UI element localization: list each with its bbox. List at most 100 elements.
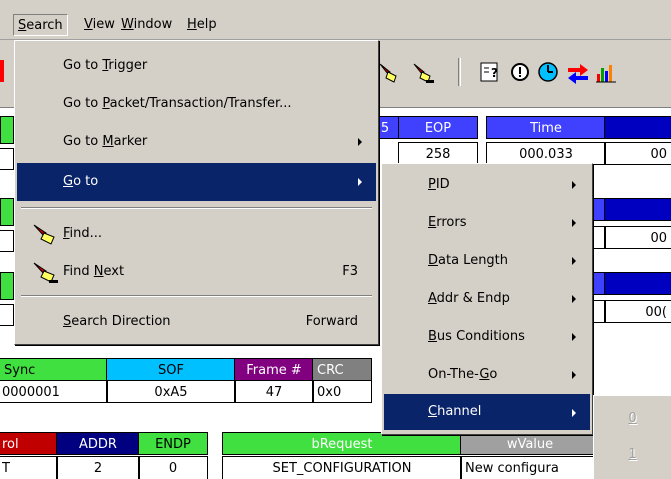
addr-header: ADDR xyxy=(56,432,140,455)
submenu-data-length[interactable]: Data Length xyxy=(384,242,590,280)
submenu-arrow-icon xyxy=(358,138,362,146)
menu-item-label: Search Direction xyxy=(63,314,171,329)
submenu-pid[interactable]: PID xyxy=(384,166,590,204)
menu-find[interactable]: Find... xyxy=(17,215,376,253)
find-next-flashlight-icon xyxy=(33,262,58,283)
menu-item-label: Go to Packet/Transaction/Transfer... xyxy=(63,96,292,111)
clock-icon[interactable] xyxy=(536,60,560,84)
eop-value: 258 xyxy=(398,142,478,165)
menu-help[interactable]: Help xyxy=(183,14,221,36)
report-icon[interactable]: ? xyxy=(478,60,502,84)
menu-view-label: iew xyxy=(92,17,115,32)
time-header: Time xyxy=(486,116,606,139)
menu-item-label: Go to xyxy=(63,174,99,189)
menu-search[interactable]: Search xyxy=(13,14,68,36)
submenu-addr-endp[interactable]: Addr & Endp xyxy=(384,280,590,318)
red-marker-icon xyxy=(0,60,4,82)
menu-item-label: Find... xyxy=(63,226,103,241)
menu-go-to-packet[interactable]: Go to Packet/Transaction/Transfer... xyxy=(17,85,376,123)
crc-header: CRC xyxy=(312,358,372,381)
menu-help-accel: H xyxy=(187,17,197,32)
find-next-flashlight-icon[interactable] xyxy=(412,60,436,84)
menu-search-label: earch xyxy=(26,18,63,33)
frame-value: 47 xyxy=(234,380,314,403)
submenu-channel[interactable]: Channel xyxy=(384,394,590,430)
goto-submenu: PID Errors Data Length Addr & Endp Bus C… xyxy=(381,163,593,435)
time-header-3-ext xyxy=(604,272,671,295)
submenu-arrow-icon xyxy=(572,409,576,417)
sync-value: 0000001 xyxy=(0,380,108,403)
sync-header: Sync xyxy=(0,358,108,381)
row1-val: 00 xyxy=(604,142,671,165)
menu-go-to[interactable]: Go to xyxy=(17,163,376,201)
find-flashlight-icon[interactable] xyxy=(378,60,402,84)
menu-window[interactable]: Window xyxy=(117,14,176,36)
channel-submenu: 0 1 xyxy=(593,395,671,479)
chart-icon[interactable] xyxy=(594,60,618,84)
packet-row-stub xyxy=(0,230,14,252)
submenu-bus-conditions[interactable]: Bus Conditions xyxy=(384,318,590,356)
packet-header-stub xyxy=(0,198,14,226)
rol-value: T xyxy=(0,456,58,479)
endp-header: ENDP xyxy=(138,432,208,455)
wvalue-header: wValue xyxy=(460,432,600,455)
alert-icon[interactable] xyxy=(508,60,532,84)
sof-value: 0xA5 xyxy=(106,380,236,403)
submenu-errors[interactable]: Errors xyxy=(384,204,590,242)
menu-window-label: indow xyxy=(133,17,173,32)
find-flashlight-icon xyxy=(33,224,55,245)
crc-value: 0x0 xyxy=(312,380,372,403)
submenu-arrow-icon xyxy=(358,178,362,186)
submenu-arrow-icon xyxy=(572,371,576,379)
swap-arrows-icon[interactable] xyxy=(566,60,590,84)
menu-item-label: Go to Trigger xyxy=(63,58,148,73)
menu-item-label: Data Length xyxy=(428,253,509,268)
menu-go-to-trigger[interactable]: Go to Trigger xyxy=(17,47,376,85)
menu-find-next[interactable]: Find Next F3 xyxy=(17,253,376,291)
menu-item-label: Bus Conditions xyxy=(428,329,525,344)
submenu-arrow-icon xyxy=(572,295,576,303)
packet-row-stub xyxy=(0,304,14,326)
submenu-arrow-icon xyxy=(572,181,576,189)
wvalue-value: New configura xyxy=(460,456,600,479)
search-menu: Go to Trigger Go to Packet/Transaction/T… xyxy=(14,40,379,345)
menu-search-direction[interactable]: Search Direction Forward xyxy=(17,303,376,341)
menu-item-label: On-The-Go xyxy=(428,367,498,382)
time-header-2-ext xyxy=(604,198,671,221)
brequest-header: bRequest xyxy=(222,432,462,455)
menu-separator xyxy=(21,295,372,297)
menu-item-shortcut: F3 xyxy=(342,264,358,279)
endp-value: 0 xyxy=(138,456,208,479)
submenu-on-the-go[interactable]: On-The-Go xyxy=(384,356,590,394)
menu-item-label: PID xyxy=(428,177,450,192)
menubar: Search View Window Help xyxy=(0,0,671,40)
sof-header: SOF xyxy=(106,358,236,381)
menu-item-label: 1 xyxy=(628,447,637,462)
time-value: 000.033 xyxy=(486,142,606,165)
packet-header-stub xyxy=(0,116,14,144)
menu-view-accel: V xyxy=(84,17,93,32)
brequest-value: SET_CONFIGURATION xyxy=(222,456,462,479)
packet-header-stub xyxy=(0,272,14,300)
time-header-ext xyxy=(604,116,671,139)
menu-item-label: 0 xyxy=(628,411,637,426)
channel-1[interactable]: 1 xyxy=(596,438,669,472)
menu-item-label: Errors xyxy=(428,215,467,230)
submenu-arrow-icon xyxy=(572,219,576,227)
eop-header: EOP xyxy=(398,116,478,139)
menu-item-shortcut: Forward xyxy=(305,314,358,329)
svg-text:?: ? xyxy=(491,66,498,80)
menu-view[interactable]: View xyxy=(80,14,119,36)
menu-item-label: Find Next xyxy=(63,264,125,279)
menu-item-label: Channel xyxy=(428,404,482,419)
addr-value: 2 xyxy=(56,456,140,479)
submenu-arrow-icon xyxy=(572,333,576,341)
submenu-arrow-icon xyxy=(572,257,576,265)
packet-row-stub xyxy=(0,148,14,170)
menu-item-label: Addr & Endp xyxy=(428,291,510,306)
menu-help-label: elp xyxy=(196,17,217,32)
menu-go-to-marker[interactable]: Go to Marker xyxy=(17,123,376,161)
menu-item-label: Go to Marker xyxy=(63,134,148,149)
toolbar-separator xyxy=(458,58,461,86)
channel-0[interactable]: 0 xyxy=(596,402,669,436)
